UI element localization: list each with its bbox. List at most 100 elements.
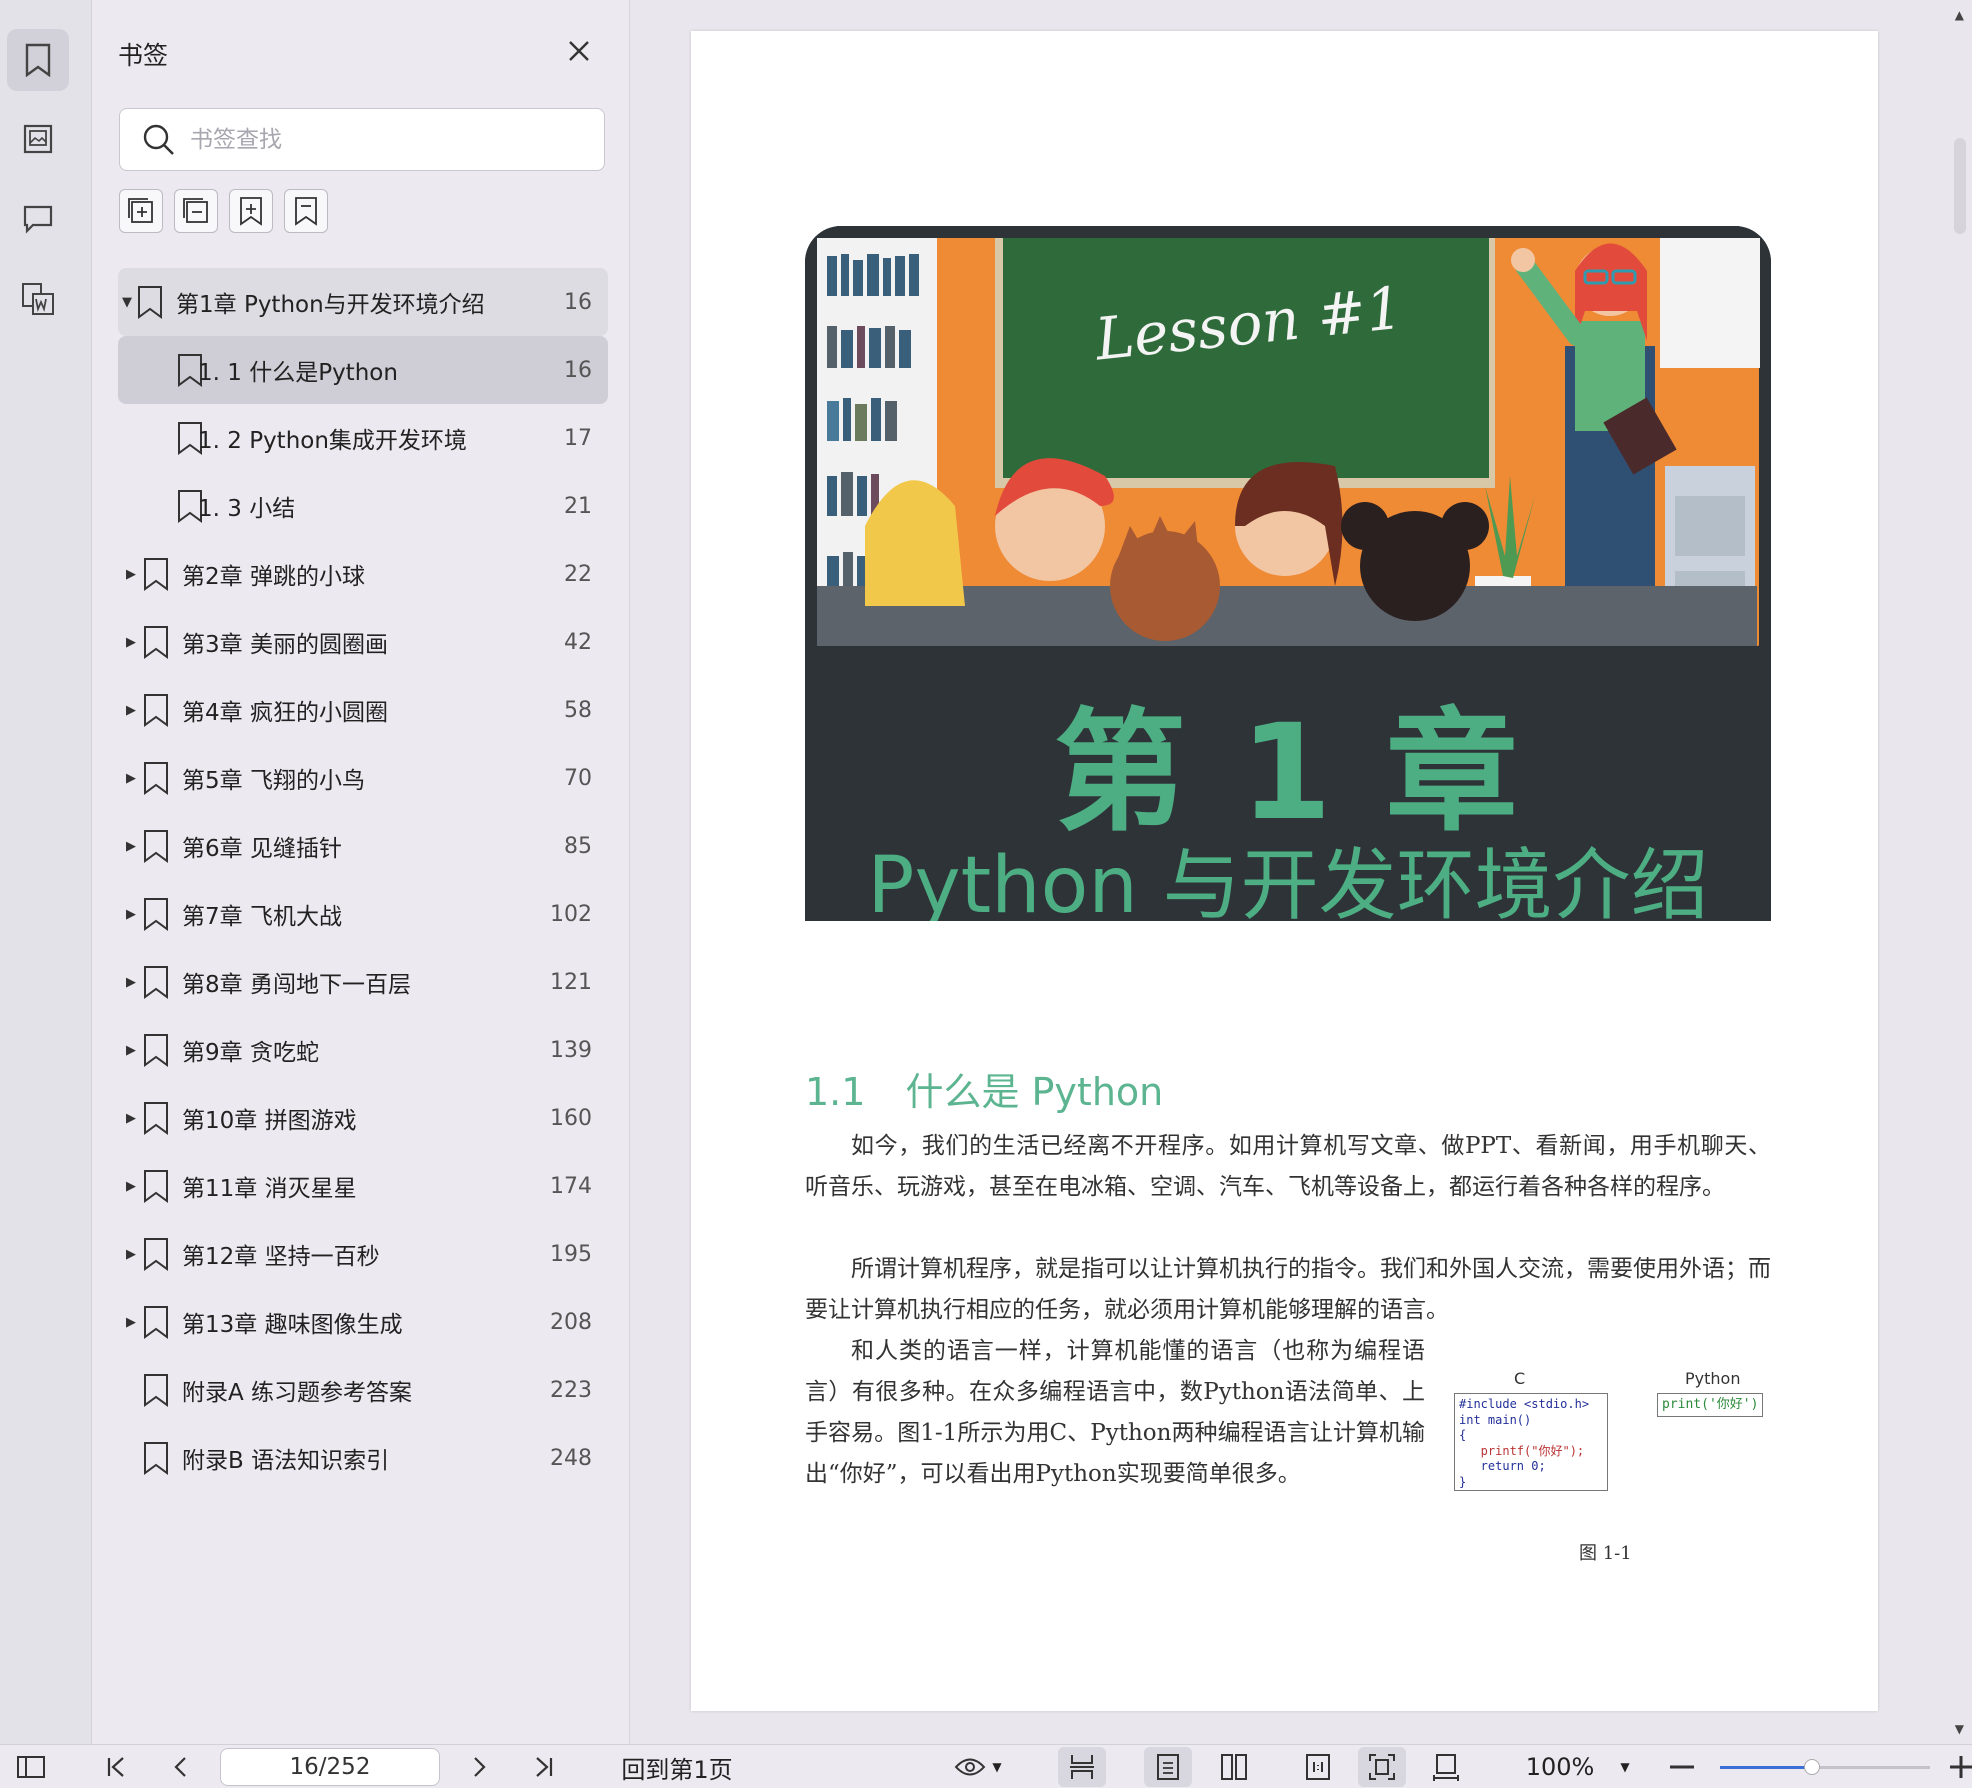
bookmark-item[interactable]: ▶ 第3章 美丽的圆圈画 42	[118, 608, 608, 676]
bookmark-label: 第2章 弹跳的小球	[182, 564, 365, 590]
caret-right-icon[interactable]: ▶	[124, 975, 138, 990]
bookmark-page-number: 85	[564, 833, 592, 859]
zoom-slider-knob[interactable]	[1804, 1759, 1821, 1775]
caret-right-icon[interactable]: ▶	[124, 1179, 138, 1194]
bookmark-label: 1. 3 小结	[198, 496, 296, 522]
fit-width-button[interactable]	[1422, 1745, 1470, 1788]
document-viewport[interactable]: Lesson #1 第 1 章 Python 与开发环境介绍 1.1 什么是 P…	[631, 0, 1972, 1744]
figure-caption: 图 1-1	[1579, 1543, 1632, 1564]
add-bookmark-button[interactable]	[229, 189, 273, 233]
zoom-in-button[interactable]	[1950, 1745, 1972, 1788]
single-page-button[interactable]	[1144, 1747, 1192, 1787]
caret-right-icon[interactable]: ▶	[124, 907, 138, 922]
page-number-input[interactable]	[220, 1748, 440, 1786]
bookmark-item[interactable]: 附录B 语法知识索引 248	[118, 1424, 608, 1492]
caret-right-icon[interactable]: ▶	[124, 1247, 138, 1262]
zoom-out-button[interactable]	[1664, 1745, 1700, 1788]
bookmark-page-number: 16	[564, 357, 592, 383]
first-page-button[interactable]	[96, 1745, 136, 1788]
double-page-button[interactable]	[1210, 1745, 1258, 1788]
bookmark-item[interactable]: ▶ 第2章 弹跳的小球 22	[118, 540, 608, 608]
bookmark-tab-button[interactable]	[7, 29, 69, 91]
bookmark-label: 第9章 贪吃蛇	[182, 1040, 319, 1066]
caret-right-icon[interactable]: ▶	[124, 839, 138, 854]
bookmark-page-number: 174	[550, 1173, 592, 1199]
bookmark-page-number: 195	[550, 1241, 592, 1267]
double-page-icon	[1221, 1754, 1247, 1780]
bookmark-search-input[interactable]	[190, 126, 570, 153]
expand-all-button[interactable]	[119, 189, 163, 233]
zoom-dropdown-button[interactable]: ▼	[1610, 1745, 1640, 1788]
caret-right-icon[interactable]: ▶	[124, 771, 138, 786]
zoom-level[interactable]: 100%	[1520, 1745, 1600, 1788]
bookmark-settings-button[interactable]	[284, 189, 328, 233]
continuous-scroll-button[interactable]	[1058, 1747, 1106, 1787]
caret-right-icon[interactable]: ▶	[124, 1315, 138, 1330]
bookmark-page-number: 102	[550, 901, 592, 927]
bookmark-label: 第1章 Python与开发环境介绍	[176, 292, 485, 318]
caret-right-icon[interactable]: ▶	[124, 635, 138, 650]
bookmark-item[interactable]: 1. 1 什么是Python 16	[118, 336, 608, 404]
chapter-subtitle: Python 与开发环境介绍	[867, 841, 1709, 921]
bookmark-page-number: 139	[550, 1037, 592, 1063]
scrollbar-thumb[interactable]	[1954, 138, 1966, 234]
bookmark-label: 第6章 见缝插针	[182, 836, 342, 862]
caret-right-icon[interactable]: ▶	[124, 703, 138, 718]
chevron-right-icon	[474, 1757, 486, 1777]
bookmark-item[interactable]: ▼ 第1章 Python与开发环境介绍 16	[118, 268, 608, 336]
zoom-slider[interactable]	[1720, 1759, 1930, 1775]
scroll-down-arrow-icon[interactable]: ▼	[1955, 1722, 1964, 1736]
bookmark-search-box	[119, 108, 605, 171]
bookmark-item[interactable]: 1. 3 小结 21	[118, 472, 608, 540]
add-bookmark-icon	[240, 197, 262, 226]
bookmark-icon	[142, 557, 170, 591]
toggle-sidebar-button[interactable]	[10, 1745, 52, 1788]
bookmark-page-number: 208	[550, 1309, 592, 1335]
bookmark-page-number: 16	[564, 289, 592, 315]
caret-down-icon[interactable]: ▼	[120, 295, 134, 310]
bookmark-item[interactable]: 1. 2 Python集成开发环境 17	[118, 404, 608, 472]
caret-right-icon[interactable]: ▶	[124, 1043, 138, 1058]
bookmark-item[interactable]: ▶ 第9章 贪吃蛇 139	[118, 1016, 608, 1084]
bookmark-item[interactable]: ▶ 第5章 飞翔的小鸟 70	[118, 744, 608, 812]
scroll-up-arrow-icon[interactable]: ▲	[1955, 8, 1964, 22]
previous-page-button[interactable]	[160, 1745, 200, 1788]
caret-right-icon[interactable]: ▶	[124, 1111, 138, 1126]
view-mode-dropdown[interactable]: ▼	[948, 1745, 1008, 1788]
vertical-scrollbar[interactable]: ▲ ▼	[1946, 0, 1972, 1744]
bookmark-item[interactable]: ▶ 第4章 疯狂的小圆圈 58	[118, 676, 608, 744]
thumbnail-tab-button[interactable]	[7, 108, 69, 170]
bookmark-label: 第10章 拼图游戏	[182, 1108, 357, 1134]
bookmark-item[interactable]: 附录A 练习题参考答案 223	[118, 1356, 608, 1424]
single-page-icon	[1157, 1754, 1179, 1780]
bookmark-icon	[142, 897, 170, 931]
next-page-button[interactable]	[460, 1745, 500, 1788]
bookmark-item[interactable]: ▶ 第6章 见缝插针 85	[118, 812, 608, 880]
bookmark-page-number: 160	[550, 1105, 592, 1131]
image-icon	[23, 124, 53, 154]
actual-size-button[interactable]	[1294, 1745, 1342, 1788]
bookmark-page-number: 17	[564, 425, 592, 451]
paragraph-2: 所谓计算机程序，就是指可以让计算机执行的指令。我们和外国人交流，需要使用外语；而…	[805, 1256, 1771, 1323]
paragraph-3: 和人类的语言一样，计算机能懂的语言（也称为编程语言）有很多种。在众多编程语言中，…	[805, 1338, 1425, 1487]
comment-icon	[23, 205, 53, 234]
bookmark-item[interactable]: ▶ 第8章 勇闯地下一百层 121	[118, 948, 608, 1016]
comment-tab-button[interactable]	[7, 188, 69, 250]
collapse-all-button[interactable]	[174, 189, 218, 233]
bookmark-item[interactable]: ▶ 第12章 坚持一百秒 195	[118, 1220, 608, 1288]
chevron-left-icon	[174, 1757, 186, 1777]
fit-page-button[interactable]	[1358, 1747, 1406, 1787]
bookmark-item[interactable]: ▶ 第7章 飞机大战 102	[118, 880, 608, 948]
goto-first-page-link[interactable]: 回到第1页	[612, 1745, 742, 1788]
bookmark-icon	[142, 1169, 170, 1203]
bookmark-label: 附录B 语法知识索引	[182, 1448, 390, 1474]
close-panel-button[interactable]	[564, 36, 594, 66]
bookmark-item[interactable]: ▶ 第10章 拼图游戏 160	[118, 1084, 608, 1152]
bookmark-icon	[142, 829, 170, 863]
bookmark-item[interactable]: ▶ 第11章 消灭星星 174	[118, 1152, 608, 1220]
caret-right-icon[interactable]: ▶	[124, 567, 138, 582]
bookmark-item[interactable]: ▶ 第13章 趣味图像生成 208	[118, 1288, 608, 1356]
word-convert-tab-button[interactable]	[7, 268, 69, 330]
bookmark-page-number: 22	[564, 561, 592, 587]
last-page-button[interactable]	[524, 1745, 564, 1788]
